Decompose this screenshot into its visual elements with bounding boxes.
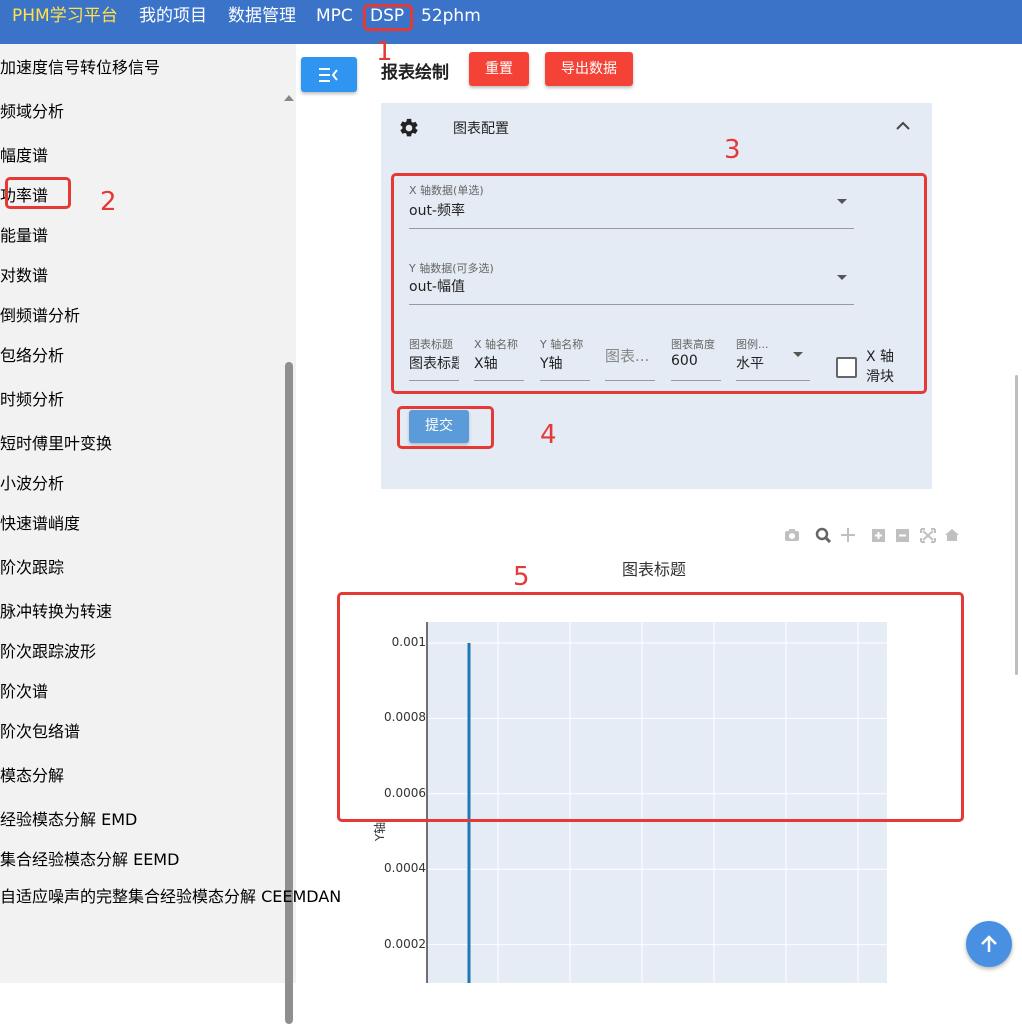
annotation-number-5: 5 bbox=[513, 562, 530, 592]
scroll-to-top-button[interactable] bbox=[966, 921, 1012, 967]
annotation-number-3: 3 bbox=[724, 135, 741, 165]
annotation-number-4: 4 bbox=[540, 420, 557, 450]
y-tick-label: 0.0002 bbox=[384, 936, 426, 951]
y-axis-label: Y轴 bbox=[373, 821, 388, 842]
annotation-box-3 bbox=[391, 173, 927, 394]
y-tick-label: 0.0004 bbox=[384, 861, 426, 876]
annotation-box-1 bbox=[363, 4, 413, 31]
annotation-number-2: 2 bbox=[100, 187, 117, 217]
arrow-up-icon bbox=[981, 935, 997, 952]
chart-svg bbox=[426, 622, 887, 983]
annotation-box-5 bbox=[337, 592, 964, 822]
annotation-number-1: 1 bbox=[376, 37, 393, 67]
annotation-box-2 bbox=[5, 177, 71, 209]
annotation-box-4 bbox=[397, 406, 494, 449]
